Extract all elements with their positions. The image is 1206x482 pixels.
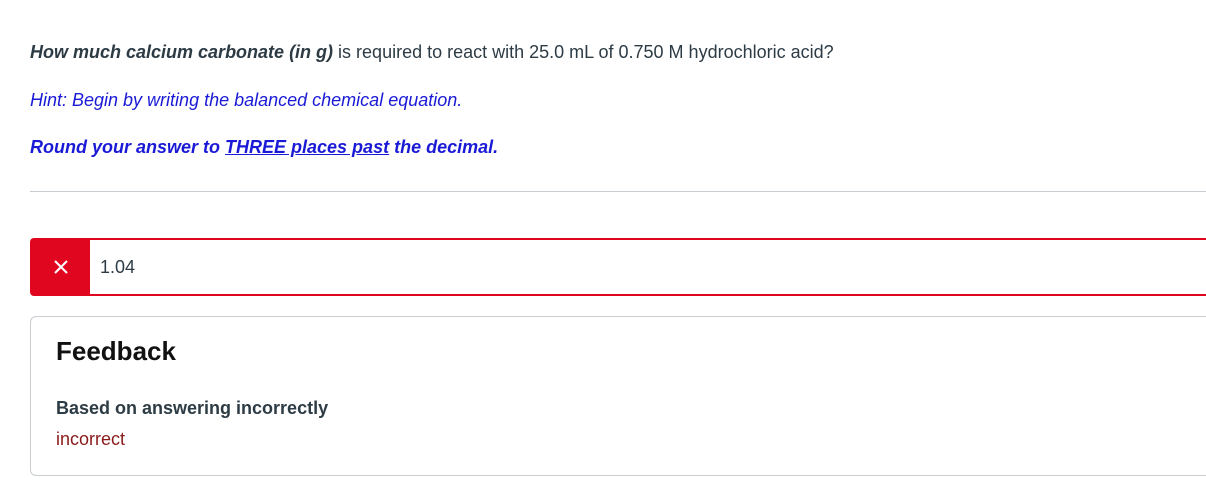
rounding-emphasis: THREE places past	[225, 137, 390, 157]
answer-box: 1.04	[30, 238, 1206, 296]
feedback-card: Feedback Based on answering incorrectly …	[30, 316, 1206, 476]
feedback-reason: Based on answering incorrectly	[56, 398, 329, 418]
rounding-part2: the decimal.	[389, 137, 499, 157]
x-icon	[32, 240, 90, 294]
question-text: How much calcium carbonate (in g) is req…	[30, 40, 1190, 64]
question-rest: is required to react with 25.0 mL of 0.7…	[333, 42, 834, 62]
feedback-status: incorrect	[56, 429, 126, 449]
x-icon-glyph	[54, 260, 68, 274]
section-divider	[30, 191, 1206, 192]
rounding-part1: Round your answer to	[30, 137, 226, 157]
hint-text: Hint: Begin by writing the balanced chem…	[30, 90, 463, 110]
feedback-title: Feedback	[56, 336, 176, 366]
rounding-instruction: Round your answer to THREE places past t…	[30, 135, 498, 159]
answer-value: 1.04	[100, 257, 136, 277]
question-lead: How much calcium carbonate (in g)	[30, 42, 334, 62]
